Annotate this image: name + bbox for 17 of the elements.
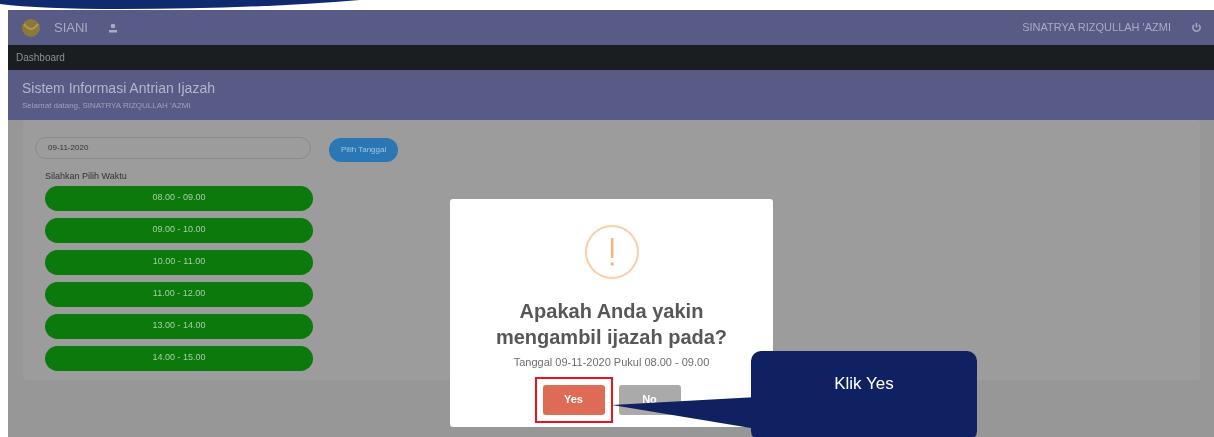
callout-text: Klik Yes	[834, 373, 894, 395]
page-title: Sistem Informasi Antrian Ijazah	[22, 80, 216, 98]
time-slot-button[interactable]: 11.00 - 12.00	[45, 281, 313, 307]
brand-name[interactable]: SIANI	[54, 17, 88, 38]
time-slot-button[interactable]: 14.00 - 15.00	[45, 345, 313, 371]
yes-button[interactable]: Yes	[542, 384, 605, 415]
breadcrumb-link[interactable]: Dashboard	[16, 50, 65, 65]
time-slot-button[interactable]: 10.00 - 11.00	[45, 249, 313, 275]
time-slot-button[interactable]: 08.00 - 09.00	[45, 185, 313, 211]
pick-date-button[interactable]: Pilih Tanggal	[329, 138, 399, 162]
dialog-title: Apakah Anda yakin mengambil ijazah pada?	[494, 299, 729, 350]
time-slot-button[interactable]: 13.00 - 14.00	[45, 313, 313, 339]
dialog-message: Tanggal 09-11-2020 Pukul 08.00 - 09.00	[513, 355, 710, 370]
time-prompt: Silahkan Pilih Waktu	[45, 170, 128, 183]
welcome-text: Selamat datang, SINATRYA RIZQULLAH 'AZMI	[22, 99, 192, 112]
time-slot-button[interactable]: 09.00 - 10.00	[45, 217, 313, 243]
user-name[interactable]: SINATRYA RIZQULLAH 'AZMI	[1022, 19, 1171, 36]
